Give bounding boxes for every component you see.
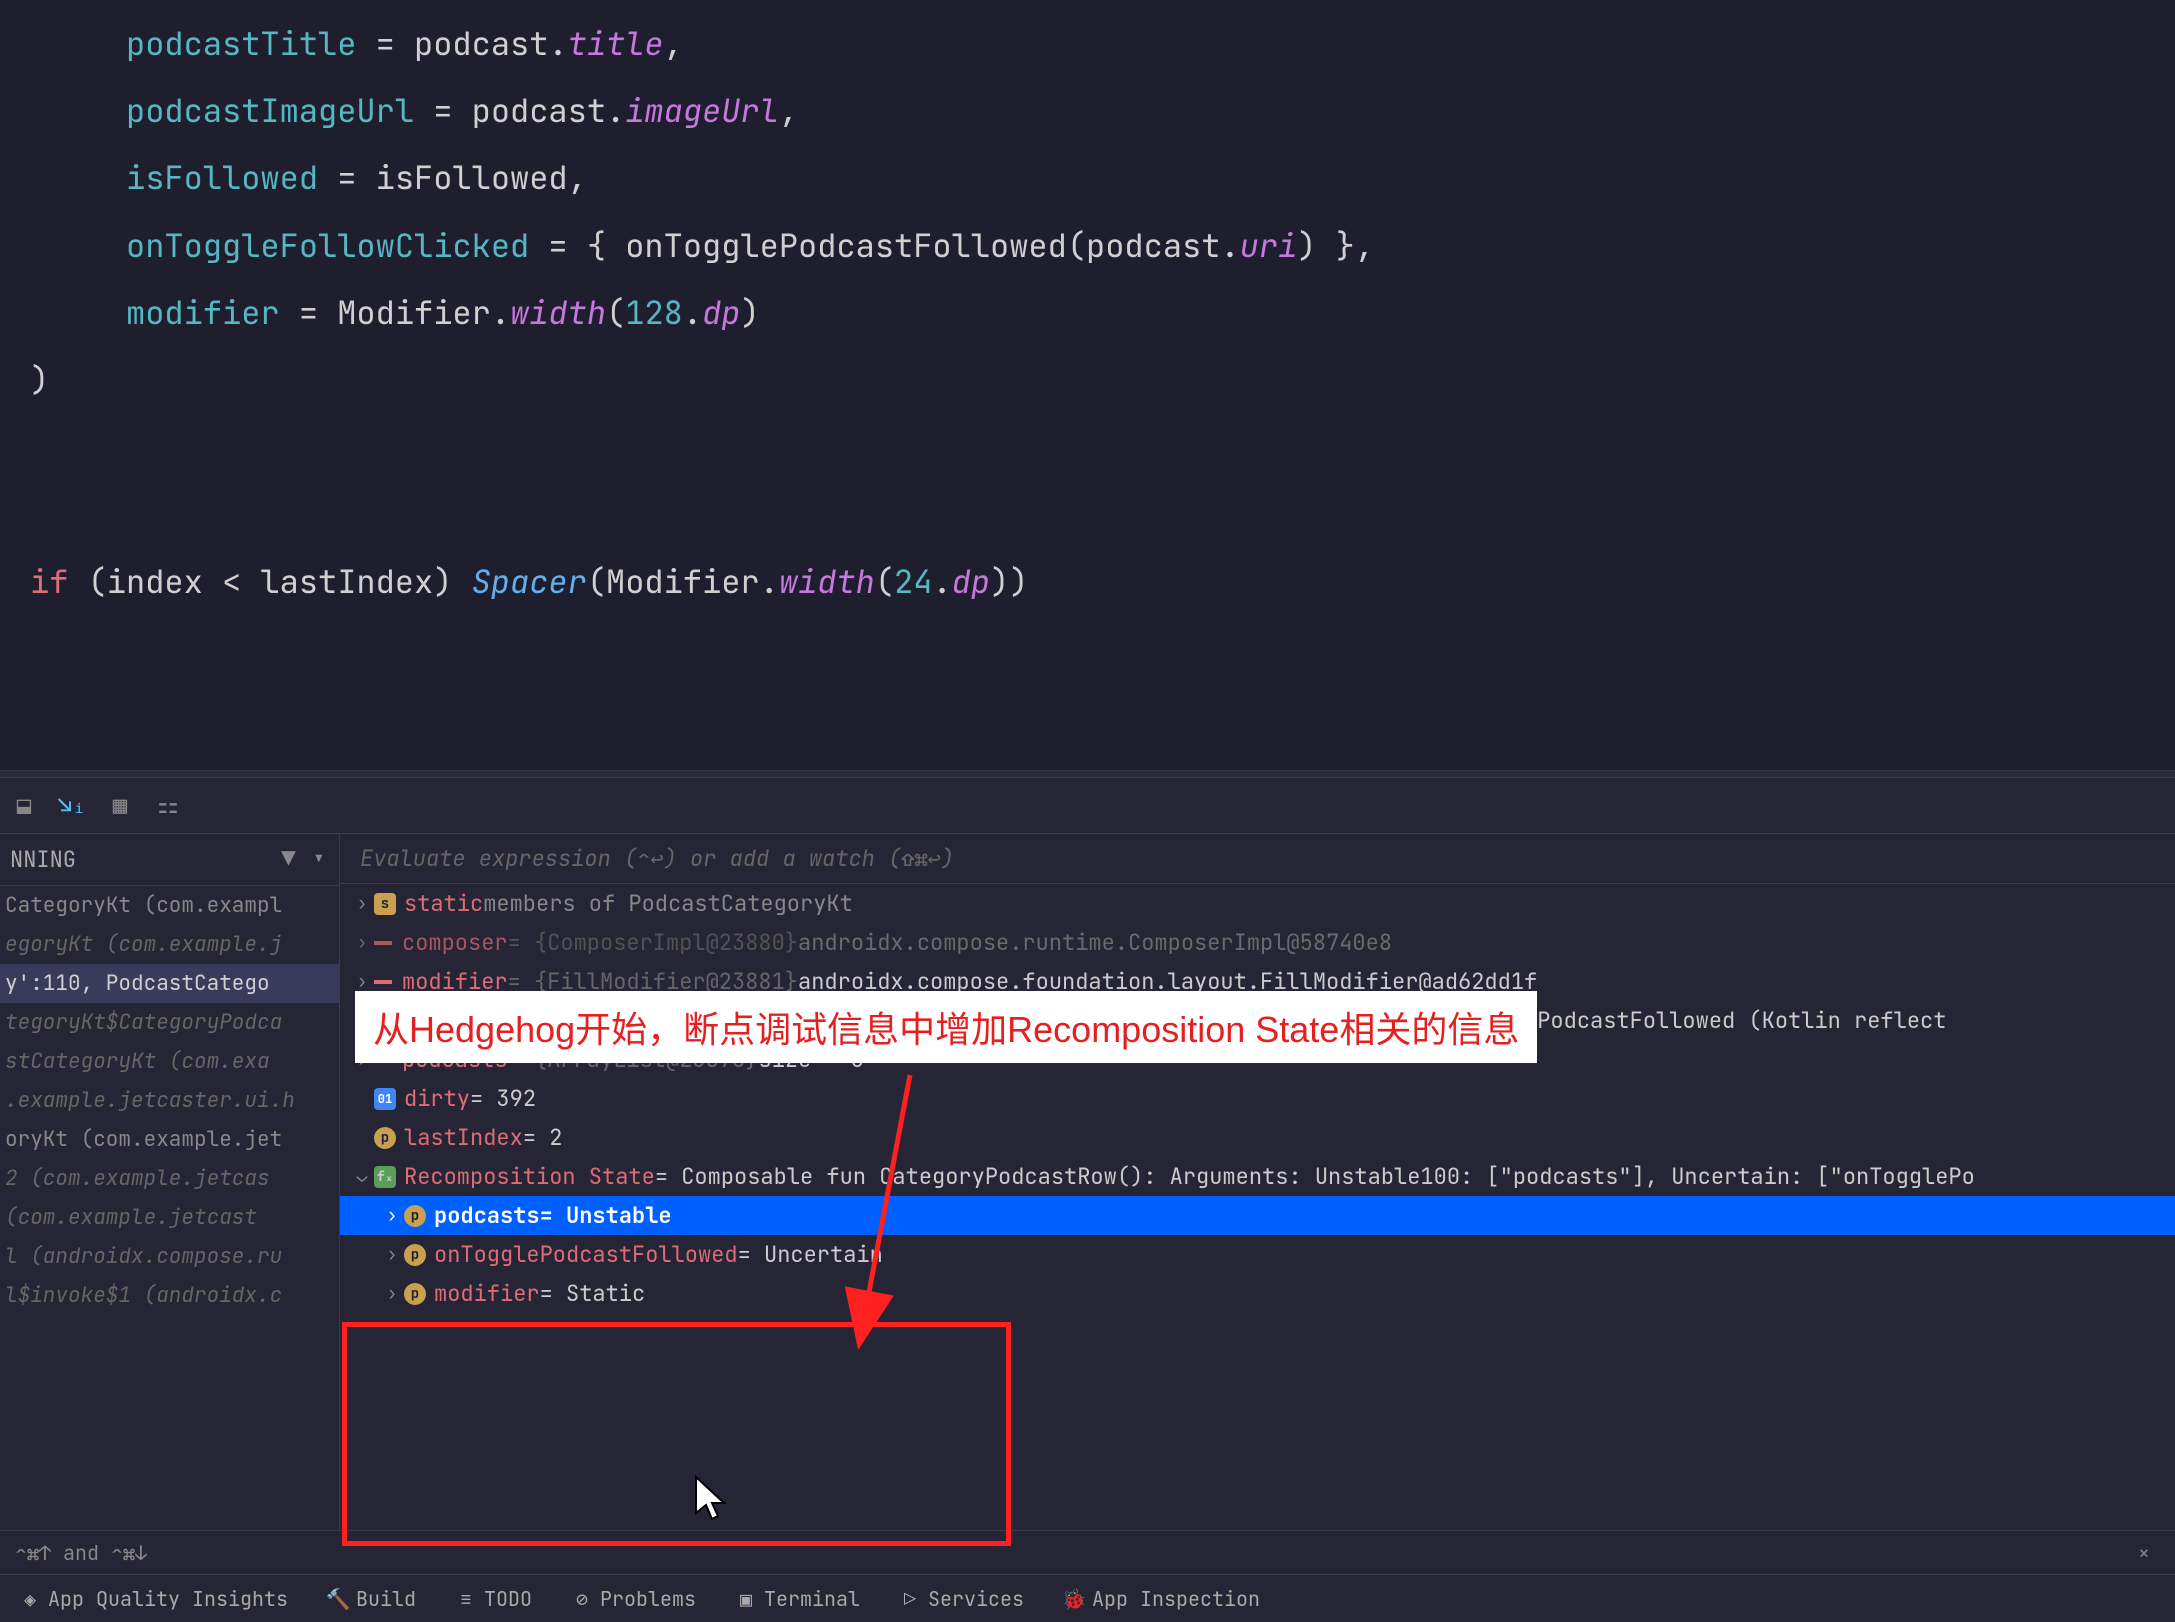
annotation-callout: 从Hedgehog开始，断点调试信息中增加Recomposition State… <box>355 991 1537 1063</box>
step-into-icon[interactable]: ↘ᵢ <box>58 792 86 820</box>
code-line-5: modifier = Modifier.width(128.dp) <box>0 279 2175 346</box>
var-static[interactable]: › s static members of PodcastCategoryKt <box>340 884 2175 923</box>
code-line-6: ) <box>0 346 2175 413</box>
property-icon: p <box>374 1127 396 1149</box>
list-icon: ≡ <box>456 1589 476 1609</box>
debug-panel: ⬓ ↘ᵢ ▦ ⚏ NNING ▼ ▾ CategoryKt (com.examp… <box>0 778 2175 1538</box>
expand-arrow[interactable]: › <box>350 931 374 954</box>
frame-item[interactable]: 2 (com.example.jetcas <box>0 1159 339 1198</box>
app-quality-tab[interactable]: ◈ App Quality Insights <box>20 1586 288 1612</box>
close-icon[interactable]: × <box>2128 1540 2160 1566</box>
calculator-icon[interactable]: ▦ <box>106 792 134 820</box>
property-icon: p <box>404 1205 426 1227</box>
warning-icon: ⊘ <box>572 1589 592 1609</box>
frame-item[interactable]: oryKt (com.example.jet <box>0 1120 339 1159</box>
frame-item-active[interactable]: y':110, PodcastCatego <box>0 964 339 1003</box>
frame-item[interactable]: l$invoke$1 (androidx.c <box>0 1276 339 1315</box>
var-composer[interactable]: › composer = {ComposerImpl@23880} androi… <box>340 923 2175 962</box>
code-line-2: podcastImageUrl = podcast.imageUrl, <box>0 77 2175 144</box>
code-blank <box>0 480 2175 547</box>
hammer-icon: 🔨 <box>328 1589 348 1609</box>
frame-item[interactable]: l (androidx.compose.ru <box>0 1237 339 1276</box>
expand-arrow[interactable]: › <box>350 892 374 915</box>
field-icon <box>374 941 392 945</box>
frame-item[interactable]: stCategoryKt (com.exa <box>0 1042 339 1081</box>
code-line-3: isFollowed = isFollowed, <box>0 144 2175 211</box>
todo-tab[interactable]: ≡ TODO <box>456 1586 532 1612</box>
annotation-arrow <box>530 1070 930 1360</box>
debug-body: NNING ▼ ▾ CategoryKt (com.exampl egoryKt… <box>0 834 2175 1538</box>
code-line-4: onToggleFollowClicked = { onTogglePodcas… <box>0 212 2175 279</box>
terminal-icon: ▣ <box>736 1589 756 1609</box>
filter-icon[interactable]: ▼ <box>273 844 303 875</box>
bug-icon: 🐞 <box>1064 1589 1084 1609</box>
frame-item[interactable]: CategoryKt (com.exampl <box>0 886 339 925</box>
frames-header: NNING ▼ ▾ <box>0 834 339 886</box>
expand-arrow[interactable]: › <box>380 1282 404 1305</box>
watch-input[interactable]: Evaluate expression (⌃↩) or add a watch … <box>340 834 2175 884</box>
frame-item[interactable]: egoryKt (com.example.j <box>0 925 339 964</box>
frames-status: NNING <box>5 845 273 874</box>
hint-bar: ⌃⌘↑ and ⌃⌘↓ × <box>0 1530 2175 1574</box>
mouse-cursor <box>694 1475 734 1525</box>
collapse-arrow[interactable]: ⌄ <box>350 1165 374 1188</box>
dropdown-icon[interactable]: ▾ <box>304 844 334 875</box>
diamond-icon: ◈ <box>20 1589 40 1609</box>
problems-tab[interactable]: ⊘ Problems <box>572 1586 696 1612</box>
int-icon: 01 <box>374 1088 396 1110</box>
static-icon: s <box>374 893 396 915</box>
frames-panel: NNING ▼ ▾ CategoryKt (com.exampl egoryKt… <box>0 834 340 1538</box>
play-icon: ▷ <box>900 1589 920 1609</box>
code-line-1: podcastTitle = podcast.title, <box>0 10 2175 77</box>
property-icon: p <box>404 1244 426 1266</box>
function-icon: fₓ <box>374 1166 396 1188</box>
services-tab[interactable]: ▷ Services <box>900 1586 1024 1612</box>
field-icon <box>374 980 392 984</box>
toolbar-icon-1[interactable]: ⬓ <box>10 792 38 820</box>
expand-arrow[interactable]: › <box>350 970 374 993</box>
build-tab[interactable]: 🔨 Build <box>328 1586 416 1612</box>
terminal-tab[interactable]: ▣ Terminal <box>736 1586 860 1612</box>
code-blank <box>0 413 2175 480</box>
code-editor[interactable]: podcastTitle = podcast.title, podcastIma… <box>0 0 2175 770</box>
expand-arrow[interactable]: › <box>380 1243 404 1266</box>
frame-item[interactable]: (com.example.jetcast <box>0 1198 339 1237</box>
debug-toolbar: ⬓ ↘ᵢ ▦ ⚏ <box>0 778 2175 834</box>
app-inspection-tab[interactable]: 🐞 App Inspection <box>1064 1586 1260 1612</box>
expand-arrow[interactable]: › <box>380 1204 404 1227</box>
frame-item[interactable]: tegoryKt$CategoryPodca <box>0 1003 339 1042</box>
panel-divider[interactable] <box>0 770 2175 778</box>
frame-item[interactable]: .example.jetcaster.ui.h <box>0 1081 339 1120</box>
property-icon: p <box>404 1283 426 1305</box>
code-line-7: if (index < lastIndex) Spacer(Modifier.w… <box>0 548 2175 615</box>
status-bar: ◈ App Quality Insights 🔨 Build ≡ TODO ⊘ … <box>0 1574 2175 1622</box>
settings-icon[interactable]: ⚏ <box>154 792 182 820</box>
shortcut-hint: ⌃⌘↑ and ⌃⌘↓ <box>15 1540 2128 1566</box>
